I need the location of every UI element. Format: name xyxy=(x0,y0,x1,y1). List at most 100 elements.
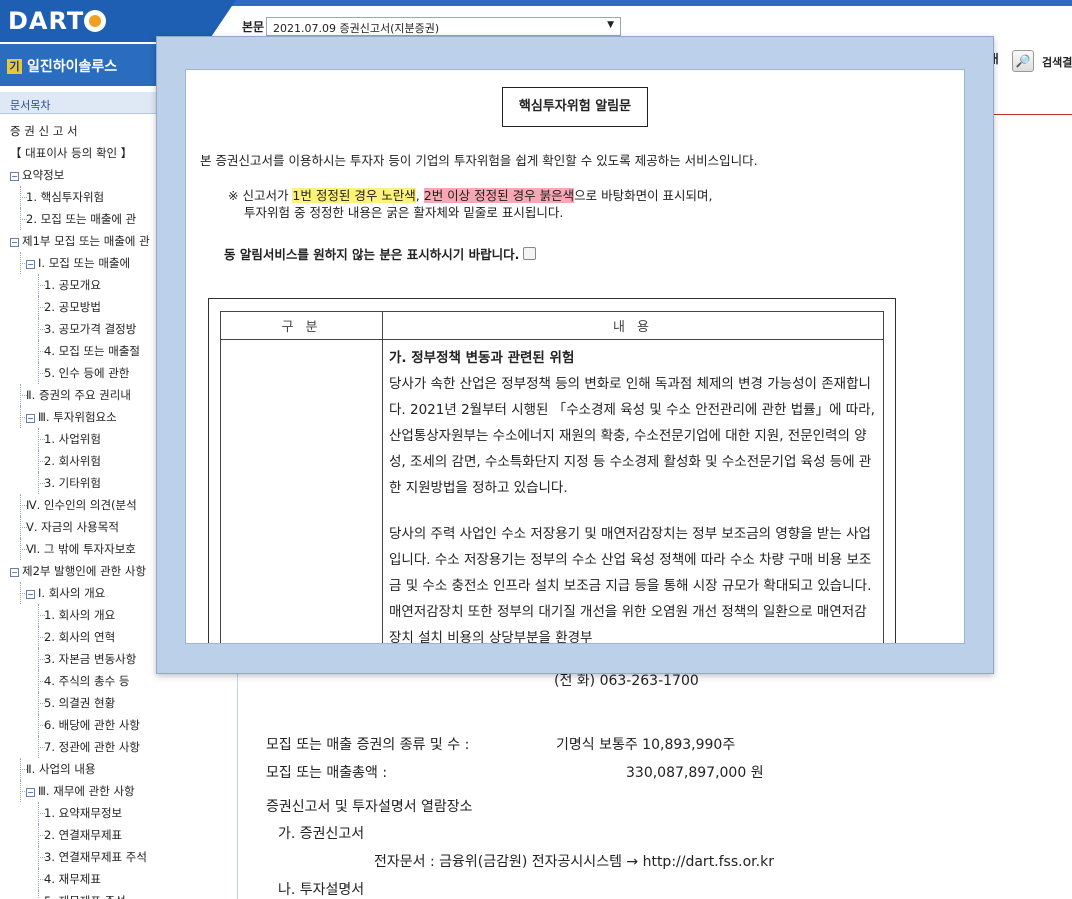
toc-item-content: Ⅱ. 증권의 주요 권리내 xyxy=(26,384,131,406)
doc-select-label: 본문 xyxy=(242,20,265,34)
optout-checkbox[interactable] xyxy=(523,247,537,260)
toc-item-content: 3. 자본금 변동사항 xyxy=(44,648,136,670)
risk-table-frame: 구 분 내 용 가. 정부정책 변동과 관련된 위험 당사가 속한 산업은 정부… xyxy=(208,298,896,644)
collapse-toggle-icon[interactable]: − xyxy=(10,238,19,247)
toc-item-label: 7. 정관에 관한 사항 xyxy=(44,740,140,754)
note-prefix: ※ 신고서가 xyxy=(228,188,293,203)
total-value: 330,087,897,000 원 xyxy=(626,765,764,781)
toc-item-label: 5. 의결권 현황 xyxy=(44,696,116,710)
toc-item-label: 증 권 신 고 서 xyxy=(10,124,78,138)
toc-item-content: Ⅴ. 자금의 사용목적 xyxy=(26,516,119,538)
toc-item-label: 제1부 모집 또는 매출에 관 xyxy=(22,234,150,248)
toc-item-content: 3. 기타위험 xyxy=(44,472,101,494)
toc-item-content: − Ⅰ. 회사의 개요 xyxy=(26,582,105,604)
toc-item-label: 요약정보 xyxy=(22,168,65,182)
toc-item-content: 2. 회사위험 xyxy=(44,450,101,472)
search-results-label[interactable]: 검색결 xyxy=(1042,54,1072,70)
toc-item-content: 1. 회사의 개요 xyxy=(44,604,115,626)
toc-item-content: 7. 정관에 관한 사항 xyxy=(44,736,140,758)
place-a-detail[interactable]: 전자문서 : 금융위(금감원) 전자공시시스템 → http://dart.fs… xyxy=(374,851,774,871)
notice-note: ※ 신고서가 1번 정정된 경우 노란색, 2번 이상 정정된 경우 붉은색으로… xyxy=(228,187,713,221)
toc-item-label: 제2부 발행인에 관한 사항 xyxy=(22,564,147,578)
toc-item-label: 【 대표이사 등의 확인 】 xyxy=(10,146,133,160)
toc-item[interactable]: 7. 정관에 관한 사항 xyxy=(0,736,236,758)
toc-item-label: 6. 배당에 관한 사항 xyxy=(44,718,140,732)
toc-item[interactable]: 1. 요약재무정보 xyxy=(0,802,236,824)
toc-item[interactable]: 5. 재무제표 주석 xyxy=(0,890,236,899)
content-cell: 가. 정부정책 변동과 관련된 위험 당사가 속한 산업은 정부정책 등의 변화… xyxy=(382,339,884,644)
toc-item-content: 3. 연결재무제표 주석 xyxy=(44,846,147,868)
note-red-highlight: 2번 이상 정정된 경우 붉은색 xyxy=(423,188,575,203)
document-select[interactable]: 2021.07.09 증권신고서(지분증권) ▼ xyxy=(266,17,621,36)
toc-item-label: 3. 자본금 변동사항 xyxy=(44,652,137,666)
tree-guide-line xyxy=(38,890,39,899)
notice-intro: 본 증권신고서를 이용하시는 투자자 등이 기업의 투자위험을 쉽게 확인할 수… xyxy=(200,153,758,168)
table-row: 가. 정부정책 변동과 관련된 위험 당사가 속한 산업은 정부정책 등의 변화… xyxy=(220,339,884,644)
toc-item-label: 2. 공모방법 xyxy=(44,300,101,314)
collapse-toggle-icon[interactable]: − xyxy=(10,568,19,577)
toc-item-label: 4. 재무제표 xyxy=(44,872,101,886)
toc-item-label: 1. 요약재무정보 xyxy=(44,806,123,820)
optout-label: 동 알림서비스를 원하지 않는 분은 표시하시기 바랍니다. xyxy=(224,247,520,262)
toc-item-content: 2. 공모방법 xyxy=(44,296,101,318)
toc-item-content: 【 대표이사 등의 확인 】 xyxy=(10,142,132,164)
note-yellow-highlight: 1번 정정된 경우 노란색 xyxy=(292,188,416,203)
risk-paragraph-2: 당사의 주력 사업인 수소 저장용기 및 매연저감장치는 정부 보조금의 영향을… xyxy=(389,526,872,644)
securities-value: 기명식 보통주 10,893,990주 xyxy=(556,737,736,753)
collapse-toggle-icon[interactable]: − xyxy=(26,590,35,599)
toc-item[interactable]: 2. 연결재무제표 xyxy=(0,824,236,846)
risk-table: 구 분 내 용 가. 정부정책 변동과 관련된 위험 당사가 속한 산업은 정부… xyxy=(220,311,884,644)
toc-item[interactable]: 5. 의결권 현황 xyxy=(0,692,236,714)
dropdown-arrow-icon[interactable]: ▼ xyxy=(607,20,614,30)
toc-item-content: 3. 공모가격 결정방 xyxy=(44,318,136,340)
magnifier-icon: 🔎 xyxy=(1015,54,1031,68)
toc-item[interactable]: − Ⅲ. 재무에 관한 사항 xyxy=(0,780,236,802)
toc-item-label: 3. 연결재무제표 주석 xyxy=(44,850,147,864)
collapse-toggle-icon[interactable]: − xyxy=(10,172,19,181)
toc-item-content: − 요약정보 xyxy=(10,164,64,186)
toc-item-content: Ⅵ. 그 밖에 투자자보호 xyxy=(26,538,136,560)
toc-item[interactable]: Ⅱ. 사업의 내용 xyxy=(0,758,236,780)
dart-logo[interactable]: DART xyxy=(8,7,107,35)
toc-item-label: Ⅲ. 재무에 관한 사항 xyxy=(38,784,135,798)
collapse-toggle-icon[interactable]: − xyxy=(26,260,35,269)
toc-item-label: 1. 핵심투자위험 xyxy=(26,190,105,204)
place-a: 가. 증권신고서 xyxy=(278,826,365,842)
toc-item-label: 3. 공모가격 결정방 xyxy=(44,322,137,336)
toc-item-label: 2. 연결재무제표 xyxy=(44,828,123,842)
risk-notice-modal: 핵심투자위험 알림문 본 증권신고서를 이용하시는 투자자 등이 기업의 투자위… xyxy=(156,36,994,674)
company-name: 일진하이솔루스 xyxy=(27,59,118,75)
category-cell xyxy=(220,339,383,643)
toc-item-label: 1. 사업위험 xyxy=(44,432,101,446)
toc-item[interactable]: 4. 재무제표 xyxy=(0,868,236,890)
toc-item-content: − 제1부 모집 또는 매출에 관 xyxy=(10,230,150,252)
toc-item-label: 4. 주식의 총수 등 xyxy=(44,674,130,688)
toc-item-label: 2. 회사위험 xyxy=(44,454,101,468)
places-heading: 증권신고서 및 투자설명서 열람장소 xyxy=(266,799,473,815)
note-comma: , xyxy=(415,188,424,203)
risk-content: 가. 정부정책 변동과 관련된 위험 당사가 속한 산업은 정부정책 등의 변화… xyxy=(383,340,883,644)
toc-item-content: Ⅱ. 사업의 내용 xyxy=(26,758,96,780)
collapse-toggle-icon[interactable]: − xyxy=(26,414,35,423)
place-b: 나. 투자설명서 xyxy=(278,882,365,898)
total-label: 모집 또는 매출총액 : xyxy=(266,765,388,781)
toc-item-content: − Ⅲ. 투자위험요소 xyxy=(26,406,117,428)
col-content-header: 내 용 xyxy=(382,311,884,340)
toc-item-content: 4. 재무제표 xyxy=(44,868,101,890)
toc-item-content: 5. 재무제표 주석 xyxy=(44,890,126,899)
toc-item[interactable]: 3. 연결재무제표 주석 xyxy=(0,846,236,868)
toc-item-label: Ⅰ. 모집 또는 매출에 xyxy=(38,256,131,270)
risk-notice-panel: 핵심투자위험 알림문 본 증권신고서를 이용하시는 투자자 등이 기업의 투자위… xyxy=(185,69,965,644)
collapse-toggle-icon[interactable]: − xyxy=(26,788,35,797)
toc-item-content: 1. 핵심투자위험 xyxy=(26,186,104,208)
search-results-button[interactable]: 🔎 xyxy=(1012,50,1034,72)
toc-item-content: 1. 공모개요 xyxy=(44,274,101,296)
notice-title: 핵심투자위험 알림문 xyxy=(502,87,648,127)
toc-item-content: 1. 사업위험 xyxy=(44,428,101,450)
logo-globe-icon xyxy=(84,10,107,32)
toc-item-label: Ⅱ. 사업의 내용 xyxy=(26,762,96,776)
securities-label: 모집 또는 매출 증권의 종류 및 수 : xyxy=(266,737,470,753)
toc-item-content: 5. 인수 등에 관한 xyxy=(44,362,129,384)
toc-item[interactable]: 6. 배당에 관한 사항 xyxy=(0,714,236,736)
optout-row: 동 알림서비스를 원하지 않는 분은 표시하시기 바랍니다. xyxy=(224,244,537,263)
